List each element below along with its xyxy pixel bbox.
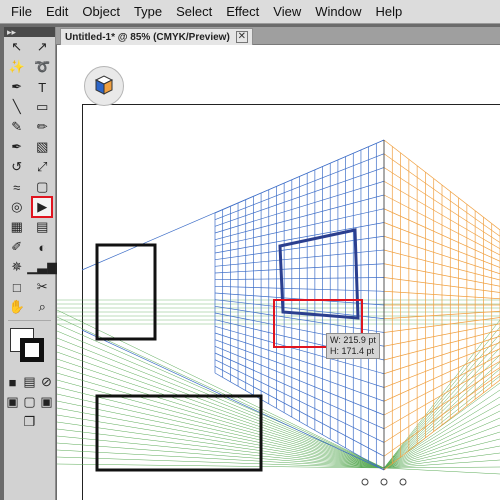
tooltip-width: W: 215.9 pt [330, 335, 376, 345]
ground-grid-line [56, 421, 385, 469]
ground-grid-line [383, 459, 500, 469]
perspective-guide-line [81, 139, 385, 271]
ground-grid-line [56, 456, 385, 469]
ground-grid-line [56, 386, 385, 469]
ground-grid-line [56, 463, 385, 469]
ground-grid-line [383, 467, 500, 475]
tall-rectangle-shape [95, 243, 157, 341]
grid-control-handle[interactable] [361, 478, 369, 486]
wide-rectangle-shape [95, 394, 263, 472]
ground-grid-line [383, 438, 500, 469]
tooltip-height: H: 171.4 pt [330, 346, 375, 356]
ground-grid-line [56, 435, 385, 469]
ground-grid-line [56, 442, 385, 469]
perspective-grid [56, 139, 500, 486]
grid-control-handle[interactable] [380, 478, 388, 486]
ground-grid-line [383, 466, 500, 469]
ground-grid-line [56, 372, 385, 469]
grid-control-handle[interactable] [399, 478, 407, 486]
ground-grid-line [56, 358, 385, 469]
ground-grid-line [56, 400, 385, 469]
ground-grid-line [56, 379, 385, 469]
dimensions-tooltip: W: 215.9 pt H: 171.4 pt [326, 333, 380, 359]
plane-switching-widget[interactable] [84, 66, 124, 106]
ground-grid-line [56, 393, 385, 469]
